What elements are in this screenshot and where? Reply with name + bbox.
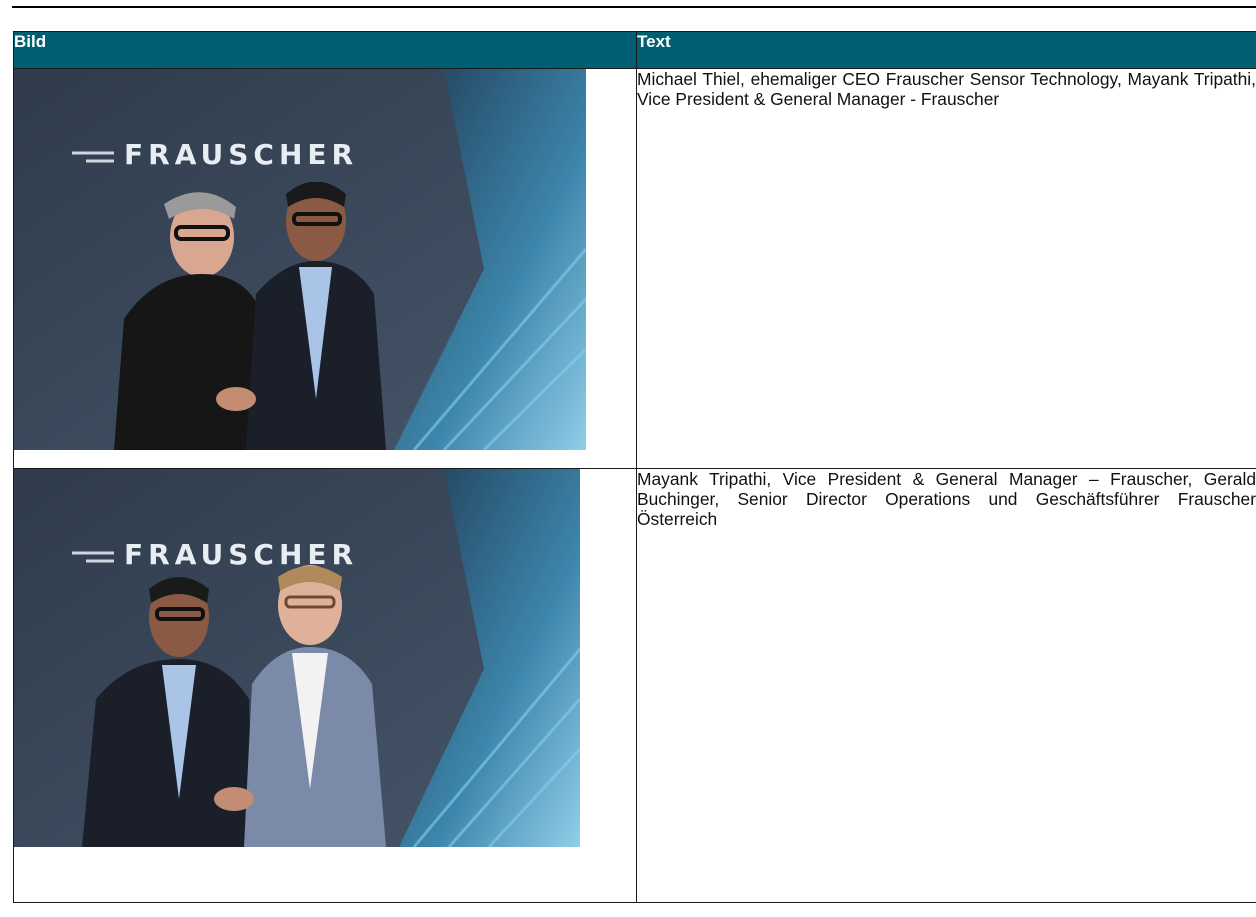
table-header-row: Bild Text [13, 31, 1256, 69]
table-row: FRAUSCHER Mayank Tripathi, Vice Presiden… [13, 468, 1256, 903]
caption-cell: Michael Thiel, ehemaliger CEO Frauscher … [636, 68, 1256, 469]
image-cell: FRAUSCHER [13, 468, 637, 903]
logo-text: FRAUSCHER [124, 538, 358, 571]
header-bild: Bild [13, 31, 637, 69]
top-rule [12, 6, 1256, 8]
photo-caption-table: Bild Text FRAUSCHER Michael Thiel, ehema… [13, 31, 1256, 903]
photo-tripathi-buchinger: FRAUSCHER [14, 469, 580, 847]
table-row: FRAUSCHER Michael Thiel, ehemaliger CEO … [13, 68, 1256, 469]
caption-cell: Mayank Tripathi, Vice President & Genera… [636, 468, 1256, 903]
logo-text: FRAUSCHER [124, 138, 358, 171]
photo-thiel-tripathi: FRAUSCHER [14, 69, 586, 450]
header-text: Text [636, 31, 1256, 69]
image-cell: FRAUSCHER [13, 68, 637, 469]
